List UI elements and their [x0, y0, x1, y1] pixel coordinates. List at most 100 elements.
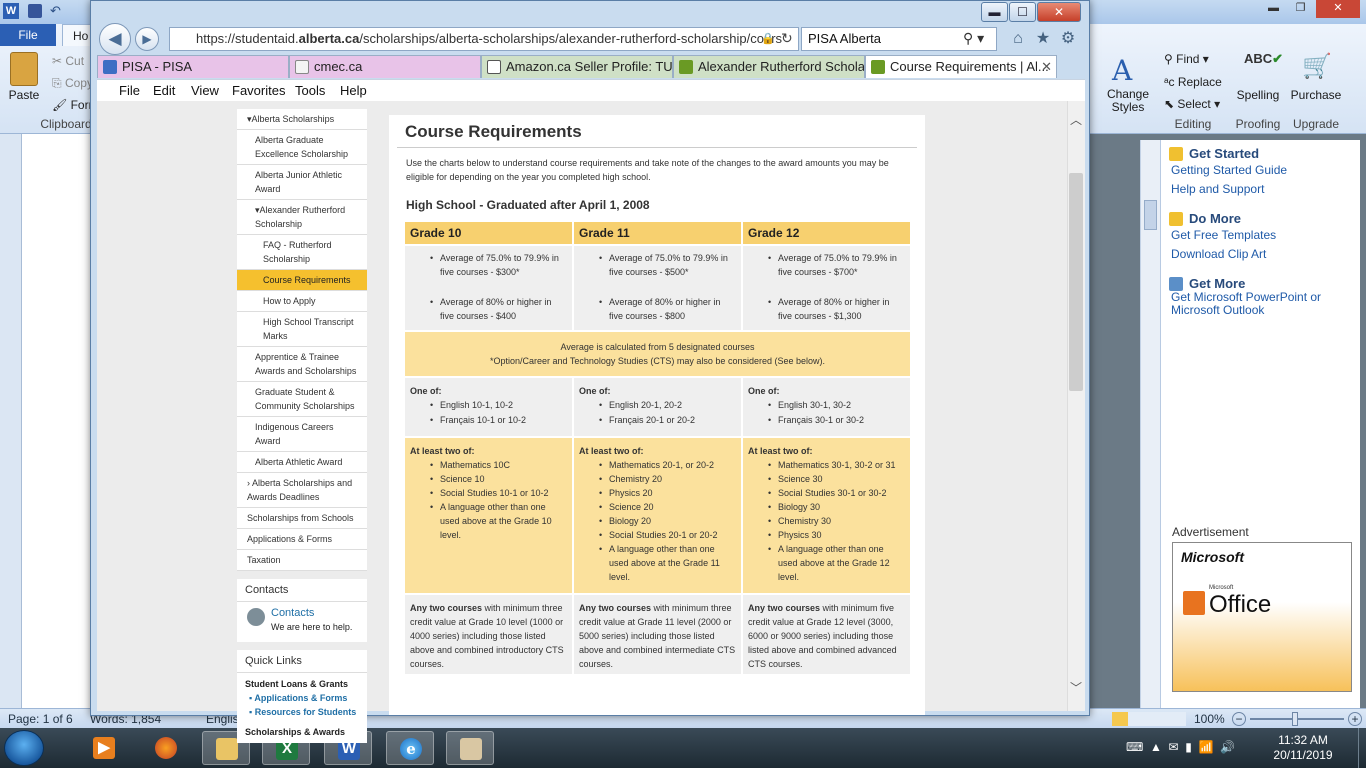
zoom-out-button[interactable]: −: [1232, 712, 1246, 726]
forward-button[interactable]: ▶: [135, 27, 159, 51]
find-button[interactable]: ⚲ Find ▾: [1164, 52, 1209, 66]
word-logo-icon[interactable]: W: [3, 3, 19, 19]
sidebar-item-label: Alexander Rutherford Scholarship: [255, 205, 346, 229]
word-minimize-button[interactable]: ▬: [1260, 0, 1287, 18]
page-count[interactable]: Page: 1 of 6: [8, 709, 73, 729]
purchase-button[interactable]: Purchase: [1290, 88, 1342, 102]
taskbar-firefox[interactable]: [142, 731, 190, 765]
tab-close-icon[interactable]: ✕: [1041, 56, 1052, 78]
tab-pisa[interactable]: PISA - PISA: [97, 55, 289, 78]
lock-icon[interactable]: 🔒: [761, 32, 775, 45]
quick-link-item[interactable]: ▪ Applications & Forms: [245, 691, 359, 705]
sidebar-item-how-to-apply[interactable]: How to Apply: [237, 291, 367, 312]
sidebar-item-deadlines[interactable]: › Alberta Scholarships and Awards Deadli…: [237, 473, 367, 508]
change-styles-icon[interactable]: A: [1112, 54, 1132, 87]
sidebar-item-transcript-marks[interactable]: High School Transcript Marks: [237, 312, 367, 347]
sidebar-item-taxation[interactable]: Taxation: [237, 550, 367, 571]
contacts-link[interactable]: Contacts: [271, 606, 359, 620]
address-bar[interactable]: https://studentaid.alberta.ca/scholarshi…: [169, 27, 799, 51]
taskbar-ie[interactable]: e: [386, 731, 434, 765]
word-scrollbar[interactable]: [1140, 140, 1160, 708]
replace-button[interactable]: ᵃc Replace: [1164, 75, 1222, 89]
find-label: Find: [1176, 52, 1200, 66]
quick-link-item[interactable]: ▪ Resources for Students: [245, 705, 359, 719]
tab-rutherford[interactable]: Alexander Rutherford Scholar...: [673, 55, 865, 78]
sidebar-item-rutherford[interactable]: ▾Alexander Rutherford Scholarship: [237, 200, 367, 235]
menu-tools[interactable]: Tools: [295, 80, 325, 102]
paste-icon[interactable]: [10, 52, 38, 86]
spelling-button[interactable]: Spelling: [1232, 88, 1284, 102]
office-advertisement[interactable]: Microsoft Microsoft Office: [1172, 542, 1352, 692]
zoom-thumb[interactable]: [1292, 712, 1298, 726]
sidebar-item-applications[interactable]: Applications & Forms: [237, 529, 367, 550]
free-templates-link[interactable]: Get Free Templates: [1161, 226, 1360, 245]
sidebar-item-course-requirements[interactable]: Course Requirements: [237, 270, 367, 291]
back-button[interactable]: ◀: [99, 23, 131, 55]
gear-icon[interactable]: ⚙: [1059, 30, 1077, 48]
menu-edit[interactable]: Edit: [153, 80, 175, 102]
menu-help[interactable]: Help: [340, 80, 367, 102]
taskbar-media-player[interactable]: ▶: [80, 731, 128, 765]
copy-button[interactable]: ⎘ Copy: [52, 76, 93, 91]
favorites-star-icon[interactable]: ★: [1034, 30, 1052, 48]
clip-art-link[interactable]: Download Clip Art: [1161, 245, 1360, 264]
list-item: Mathematics 10C: [410, 458, 567, 472]
word-scroll-thumb[interactable]: [1144, 200, 1157, 230]
start-button[interactable]: [4, 730, 44, 766]
tab-cmec[interactable]: cmec.ca: [289, 55, 481, 78]
ie-maximize-button[interactable]: ☐: [1009, 2, 1036, 22]
folder-icon: [216, 738, 238, 760]
sidebar-item-graduate-community[interactable]: Graduate Student & Community Scholarship…: [237, 382, 367, 417]
cut-button[interactable]: ✂ Cut: [52, 54, 84, 68]
requirements-table: Grade 10 Grade 11 Grade 12 Average of 75…: [403, 220, 912, 676]
tray-clock[interactable]: 11:32 AM 20/11/2019: [1258, 733, 1348, 763]
zoom-level[interactable]: 100%: [1194, 709, 1225, 729]
scroll-up-icon[interactable]: ︿: [1070, 111, 1082, 128]
scroll-down-icon[interactable]: ﹀: [1070, 679, 1082, 696]
zoom-in-button[interactable]: +: [1348, 712, 1362, 726]
word-restore-button[interactable]: ❐: [1287, 0, 1314, 18]
menu-file[interactable]: File: [119, 80, 140, 102]
document-page[interactable]: [22, 134, 90, 708]
sidebar-item-faq[interactable]: FAQ - Rutherford Scholarship: [237, 235, 367, 270]
sidebar-item-schools[interactable]: Scholarships from Schools: [237, 508, 367, 529]
table-row: One of: English 10-1, 10-2Français 10-1 o…: [403, 376, 912, 438]
show-desktop-button[interactable]: [1358, 728, 1366, 768]
menu-favorites[interactable]: Favorites: [232, 80, 285, 102]
sidebar-item-alberta-scholarships[interactable]: ▾Alberta Scholarships: [237, 109, 367, 130]
word-close-button[interactable]: ✕: [1316, 0, 1360, 18]
sidebar-item-apprentice[interactable]: Apprentice & Trainee Awards and Scholars…: [237, 347, 367, 382]
word-file-tab[interactable]: File: [0, 24, 56, 46]
sidebar-item-indigenous[interactable]: Indigenous Careers Award: [237, 417, 367, 452]
view-buttons[interactable]: [1112, 712, 1186, 726]
sidebar-item-athletic[interactable]: Alberta Athletic Award: [237, 452, 367, 473]
table-note-cell: Average is calculated from 5 designated …: [403, 330, 912, 378]
table-cell: Average of 75.0% to 79.9% in five course…: [403, 244, 574, 332]
home-icon[interactable]: ⌂: [1009, 30, 1027, 48]
table-row: At least two of: Mathematics 10CScience …: [403, 436, 912, 595]
paste-button[interactable]: Paste: [6, 88, 42, 102]
sidebar-item-junior-athletic[interactable]: Alberta Junior Athletic Award: [237, 165, 367, 200]
tab-course-requirements[interactable]: Course Requirements | Al... ✕: [865, 55, 1057, 78]
tray-icons[interactable]: ⌨ ▲ ✉ ▮ 📶 🔊: [1126, 740, 1235, 754]
menu-view[interactable]: View: [191, 80, 219, 102]
save-icon[interactable]: [28, 4, 42, 18]
ie-minimize-button[interactable]: ▬: [981, 2, 1008, 22]
refresh-icon[interactable]: ↻: [781, 30, 793, 47]
sidebar-item-graduate-excellence[interactable]: Alberta Graduate Excellence Scholarship: [237, 130, 367, 165]
get-powerpoint-link[interactable]: Get Microsoft PowerPoint or Microsoft Ou…: [1161, 291, 1360, 317]
purchase-cart-icon[interactable]: 🛒: [1302, 52, 1332, 81]
tab-amazon[interactable]: Amazon.ca Seller Profile: TUR...: [481, 55, 673, 78]
undo-icon[interactable]: ↶: [50, 3, 61, 19]
page-scroll-thumb[interactable]: [1069, 173, 1083, 391]
getting-started-link[interactable]: Getting Started Guide: [1161, 161, 1360, 180]
help-support-link[interactable]: Help and Support: [1161, 180, 1360, 199]
table-cell: One of: English 20-1, 20-2Français 20-1 o…: [572, 376, 743, 438]
quick-link-label: Resources for Students: [254, 707, 357, 717]
select-button[interactable]: ⬉ Select ▾: [1164, 97, 1220, 111]
search-icon[interactable]: ⚲ ▾: [963, 30, 984, 47]
spelling-icon[interactable]: ABC✔: [1244, 51, 1283, 67]
ie-close-button[interactable]: ✕: [1037, 2, 1081, 22]
taskbar-presentation[interactable]: [446, 731, 494, 765]
change-styles-button[interactable]: Change Styles: [1104, 88, 1152, 114]
